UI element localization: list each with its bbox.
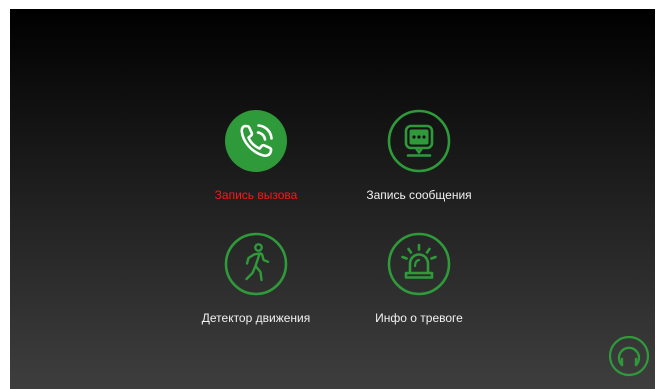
alarm-info-label: Инфо о тревоге <box>375 311 463 325</box>
home-return-icon <box>608 335 650 377</box>
motion-detector-tile[interactable]: Детектор движения <box>166 231 346 341</box>
message-bubble-icon <box>386 108 452 174</box>
call-record-tile[interactable]: Запись вызова <box>166 108 346 218</box>
walking-person-icon <box>223 231 289 297</box>
message-record-label: Запись сообщения <box>366 188 472 202</box>
menu-screen: Запись вызова Запись сообщения Детектор … <box>10 9 655 389</box>
home-return-button[interactable] <box>608 335 650 377</box>
motion-detector-label: Детектор движения <box>201 311 311 325</box>
call-record-label: Запись вызова <box>214 188 298 202</box>
alarm-info-tile[interactable]: Инфо о тревоге <box>329 231 509 341</box>
message-record-tile[interactable]: Запись сообщения <box>329 108 509 218</box>
phone-call-icon <box>223 108 289 174</box>
alarm-siren-icon <box>386 231 452 297</box>
